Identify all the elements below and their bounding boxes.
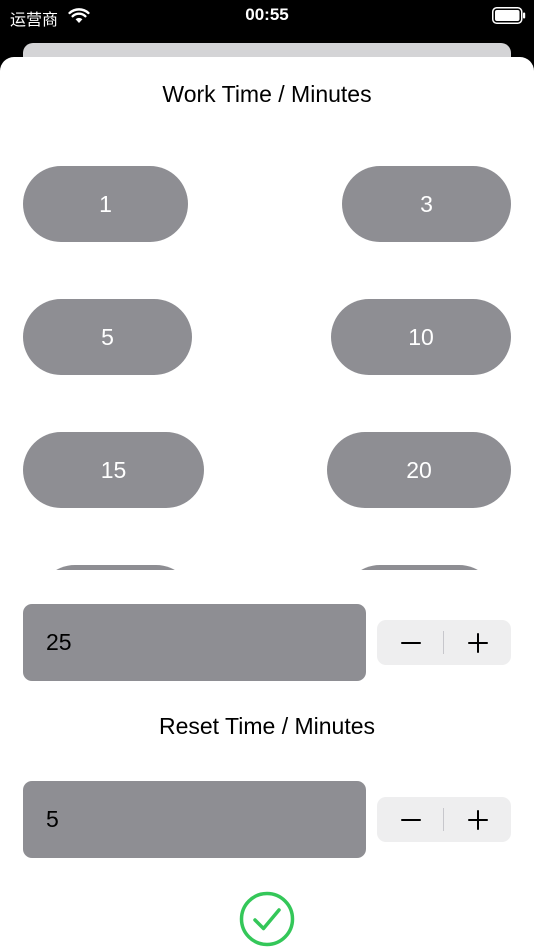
status-time: 00:55 (245, 5, 289, 24)
work-option-20[interactable]: 20 (327, 432, 511, 508)
work-option-1[interactable]: 1 (23, 166, 188, 242)
minus-icon (400, 818, 421, 821)
reset-time-title: Reset Time / Minutes (158, 713, 376, 739)
checkmark-circle-icon (239, 891, 295, 947)
work-option-10[interactable]: 10 (331, 299, 511, 375)
plus-icon (467, 809, 488, 830)
minus-icon (400, 641, 421, 644)
work-option-partial[interactable] (37, 565, 194, 570)
work-time-title: Work Time / Minutes (162, 81, 372, 107)
reset-time-field[interactable]: 5 (23, 781, 366, 858)
work-option-partial[interactable] (342, 565, 497, 570)
work-option-3[interactable]: 3 (342, 166, 511, 242)
status-bar: 运营商 00:55 (0, 0, 534, 32)
reset-increment-button[interactable] (444, 797, 511, 842)
confirm-button[interactable] (239, 891, 295, 947)
battery-icon (492, 7, 526, 24)
work-option-15[interactable]: 15 (23, 432, 204, 508)
work-time-stepper[interactable] (377, 620, 511, 665)
reset-decrement-button[interactable] (377, 797, 444, 842)
reset-time-value: 5 (46, 806, 59, 832)
work-option-5[interactable]: 5 (23, 299, 192, 375)
settings-sheet: Work Time / Minutes 1 3 5 10 15 20 25 Re… (0, 57, 534, 950)
checkmark-icon (253, 908, 281, 931)
work-time-options[interactable]: 1 3 5 10 15 20 (0, 137, 534, 570)
work-time-value: 25 (46, 629, 72, 655)
work-decrement-button[interactable] (377, 620, 444, 665)
work-increment-button[interactable] (444, 620, 511, 665)
work-time-field[interactable]: 25 (23, 604, 366, 681)
plus-icon (467, 632, 488, 653)
reset-time-stepper[interactable] (377, 797, 511, 842)
